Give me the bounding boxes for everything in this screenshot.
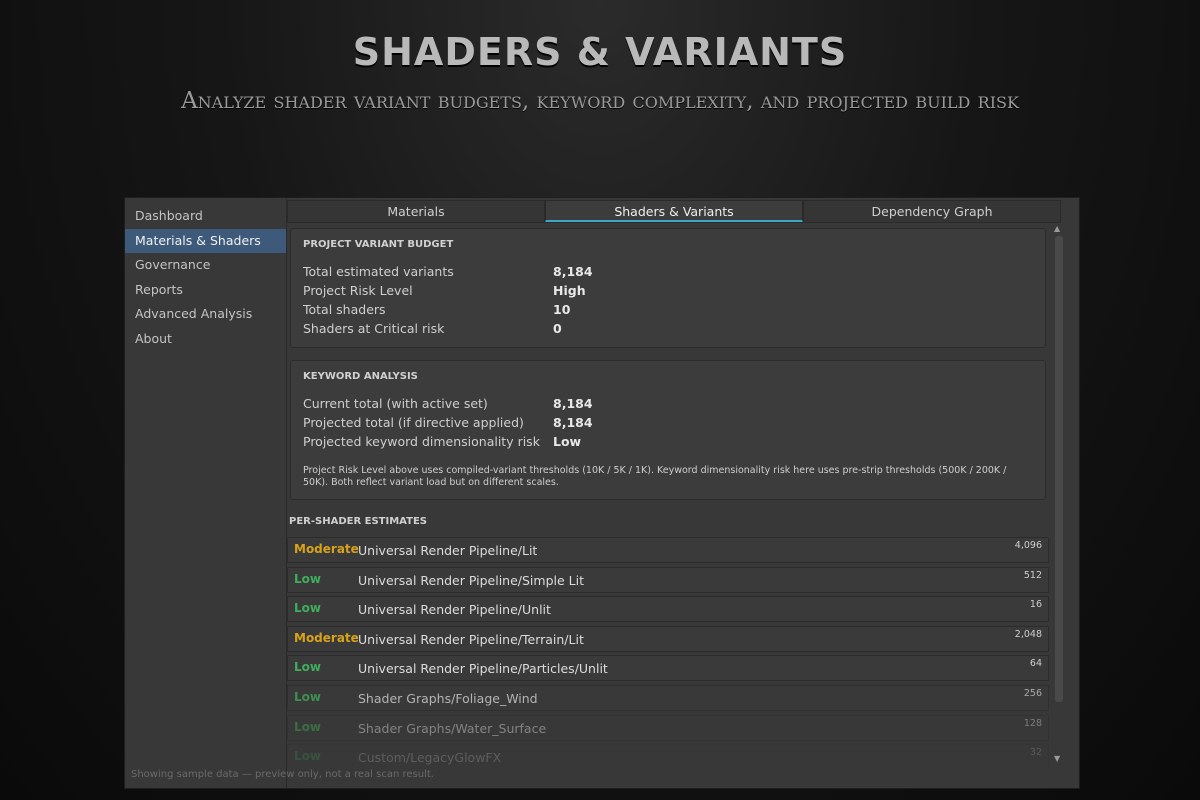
label: Project Risk Level bbox=[303, 283, 413, 298]
sidebar-item-materials-shaders[interactable]: Materials & Shaders bbox=[125, 228, 286, 253]
shader-row[interactable]: Moderate Universal Render Pipeline/Lit 4… bbox=[287, 537, 1049, 563]
variant-count: 2,048 bbox=[1014, 628, 1042, 640]
risk-badge: Low bbox=[294, 749, 321, 764]
risk-badge: Low bbox=[294, 601, 321, 616]
shader-name: Universal Render Pipeline/Lit bbox=[358, 543, 538, 558]
label: Total estimated variants bbox=[303, 264, 454, 279]
triangle-down-icon[interactable]: ▼ bbox=[1054, 754, 1060, 763]
keyword-row: Projected total (if directive applied) 8,… bbox=[303, 413, 1033, 432]
variant-count: 256 bbox=[1023, 687, 1042, 699]
card-title: PROJECT VARIANT BUDGET bbox=[303, 239, 454, 250]
budget-row: Total shaders 10 bbox=[303, 300, 1033, 319]
page-subtitle: Analyze shader variant budgets, keyword … bbox=[181, 88, 1019, 114]
risk-badge: Low bbox=[294, 719, 321, 734]
label: Current total (with active set) bbox=[303, 396, 488, 411]
shader-name: Shader Graphs/Water_Surface bbox=[358, 720, 547, 736]
vertical-scrollbar[interactable]: ▲ ▼ bbox=[1053, 224, 1065, 766]
keyword-row: Projected keyword dimensionality risk Low bbox=[303, 432, 1033, 451]
triangle-up-icon[interactable]: ▲ bbox=[1054, 224, 1060, 233]
sidebar-item-dashboard[interactable]: Dashboard bbox=[125, 204, 286, 229]
shader-row[interactable]: Low Universal Render Pipeline/Unlit 16 bbox=[287, 596, 1049, 623]
shader-name: Universal Render Pipeline/Particles/Unli… bbox=[358, 661, 608, 677]
shader-row[interactable]: Low Shader Graphs/Water_Surface 128 bbox=[287, 714, 1049, 741]
variant-budget-card: PROJECT VARIANT BUDGET Total estimated v… bbox=[290, 228, 1046, 348]
shader-name: Universal Render Pipeline/Simple Lit bbox=[358, 572, 584, 588]
page-title: SHADERS & VARIANTS bbox=[352, 30, 848, 74]
value: 8,184 bbox=[553, 415, 593, 430]
tab-shaders-variants[interactable]: Shaders & Variants bbox=[545, 200, 803, 222]
shader-name: Shader Graphs/Foliage_Wind bbox=[358, 690, 538, 706]
variant-count: 512 bbox=[1023, 569, 1042, 581]
risk-badge: Low bbox=[294, 689, 321, 704]
shader-name: Universal Render Pipeline/Unlit bbox=[358, 602, 551, 618]
value: Low bbox=[553, 434, 582, 449]
shader-name: Custom/LegacyGlowFX bbox=[358, 750, 502, 766]
tab-dependency-graph[interactable]: Dependency Graph bbox=[803, 200, 1061, 222]
value: High bbox=[553, 283, 586, 298]
scrollbar-thumb[interactable] bbox=[1055, 236, 1063, 702]
threshold-note: Project Risk Level above uses compiled-v… bbox=[303, 465, 1007, 488]
budget-row: Shaders at Critical risk 0 bbox=[303, 319, 1033, 338]
value: 8,184 bbox=[553, 396, 593, 411]
shader-row[interactable]: Low Universal Render Pipeline/Simple Lit… bbox=[287, 566, 1049, 593]
value: 8,184 bbox=[553, 264, 593, 279]
variant-count: 32 bbox=[1029, 747, 1042, 759]
risk-badge: Low bbox=[294, 571, 321, 586]
keyword-analysis-card: KEYWORD ANALYSIS Current total (with act… bbox=[290, 360, 1046, 500]
label: Projected total (if directive applied) bbox=[303, 415, 524, 430]
variant-count: 128 bbox=[1023, 717, 1042, 729]
content-scroll-area[interactable]: PROJECT VARIANT BUDGET Total estimated v… bbox=[287, 224, 1049, 766]
risk-badge: Moderate bbox=[294, 542, 359, 556]
card-title: KEYWORD ANALYSIS bbox=[303, 371, 418, 382]
budget-row: Project Risk Level High bbox=[303, 281, 1033, 300]
sidebar-item-about[interactable]: About bbox=[125, 327, 286, 352]
variant-count: 4,096 bbox=[1014, 540, 1042, 551]
label: Total shaders bbox=[303, 302, 386, 317]
risk-badge: Moderate bbox=[294, 630, 359, 645]
value: 0 bbox=[553, 321, 562, 336]
section-title: PER-SHADER ESTIMATES bbox=[289, 516, 427, 527]
sidebar: Dashboard Materials & Shaders Governance… bbox=[125, 198, 287, 788]
shader-name: Universal Render Pipeline/Terrain/Lit bbox=[358, 631, 584, 647]
tab-materials[interactable]: Materials bbox=[287, 200, 545, 222]
shader-row[interactable]: Moderate Universal Render Pipeline/Terra… bbox=[287, 625, 1049, 652]
main-panel: Materials Shaders & Variants Dependency … bbox=[287, 198, 1079, 788]
shader-row[interactable]: Low Custom/LegacyGlowFX 32 bbox=[287, 744, 1049, 766]
sidebar-item-advanced-analysis[interactable]: Advanced Analysis bbox=[125, 302, 286, 327]
risk-badge: Low bbox=[294, 660, 321, 675]
shader-row[interactable]: Low Shader Graphs/Foliage_Wind 256 bbox=[287, 684, 1049, 711]
tab-bar: Materials Shaders & Variants Dependency … bbox=[287, 200, 1061, 223]
label: Shaders at Critical risk bbox=[303, 321, 445, 336]
keyword-row: Current total (with active set) 8,184 bbox=[303, 394, 1033, 413]
label: Projected keyword dimensionality risk bbox=[303, 434, 540, 449]
variant-count: 64 bbox=[1029, 658, 1042, 670]
variant-count: 16 bbox=[1029, 599, 1042, 611]
budget-row: Total estimated variants 8,184 bbox=[303, 262, 1033, 281]
sidebar-item-governance[interactable]: Governance bbox=[125, 253, 286, 278]
value: 10 bbox=[553, 302, 571, 317]
sidebar-item-reports[interactable]: Reports bbox=[125, 278, 286, 303]
shader-row[interactable]: Low Universal Render Pipeline/Particles/… bbox=[287, 655, 1049, 682]
app-window: Dashboard Materials & Shaders Governance… bbox=[124, 197, 1080, 789]
sample-data-note: Showing sample data — preview only, not … bbox=[131, 769, 434, 780]
